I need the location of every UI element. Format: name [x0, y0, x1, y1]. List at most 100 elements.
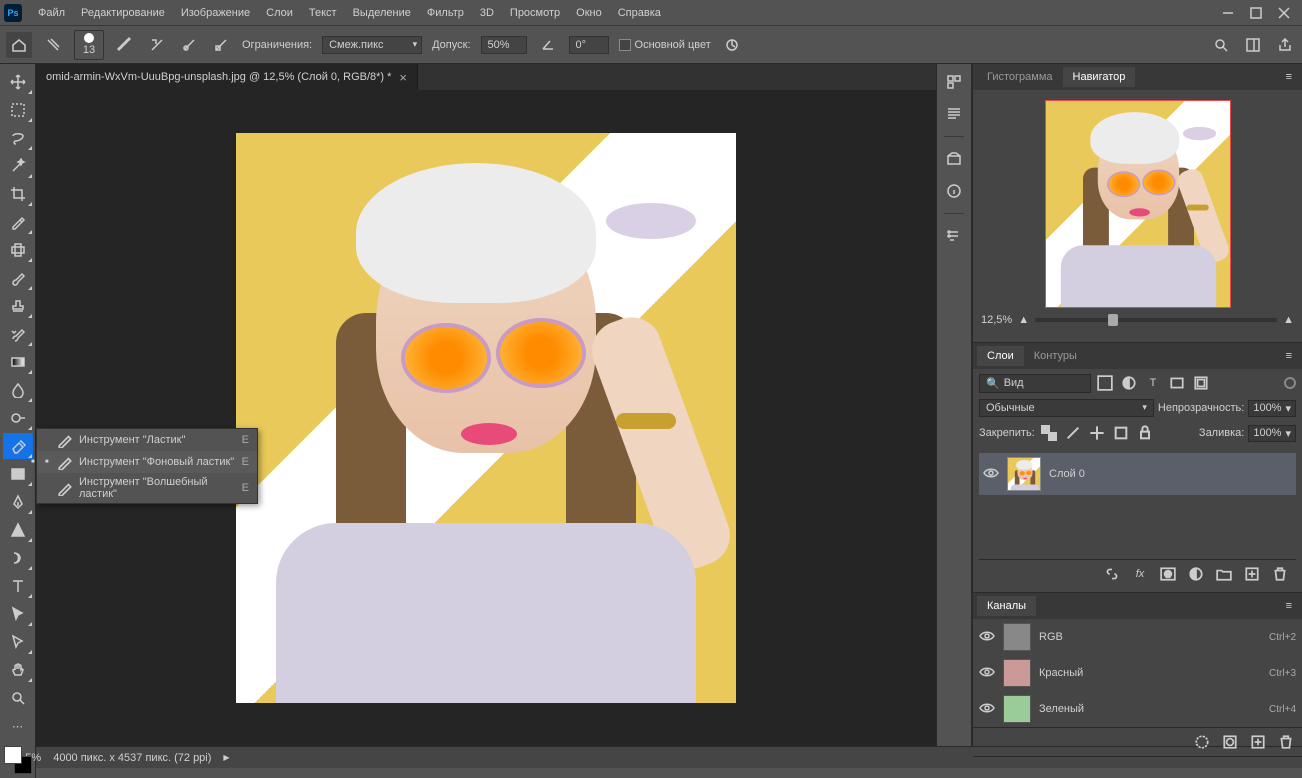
path-select-tool[interactable] [3, 601, 33, 627]
direct-select-tool[interactable] [3, 629, 33, 655]
tool-preset[interactable] [42, 34, 64, 56]
layer-row[interactable]: Слой 0 [979, 453, 1296, 495]
maximize-button[interactable] [1242, 3, 1270, 23]
limits-select[interactable]: Смеж.пикс [322, 36, 422, 54]
marquee-tool[interactable] [3, 97, 33, 123]
zoom-out-icon[interactable]: ▲ [1018, 314, 1029, 326]
tolerance-input[interactable]: 50% [481, 36, 527, 54]
delete-icon[interactable] [1270, 564, 1290, 584]
lasso-tool[interactable] [3, 125, 33, 151]
dodge-tool[interactable] [3, 405, 33, 431]
brush-settings-icon[interactable] [114, 34, 136, 56]
lock-transparency-icon[interactable] [1039, 423, 1059, 443]
gradient-tool[interactable] [3, 349, 33, 375]
menu-Текст[interactable]: Текст [301, 3, 345, 23]
new-layer-icon[interactable] [1242, 564, 1262, 584]
blur-tool[interactable] [3, 377, 33, 403]
channel-row[interactable]: КрасныйCtrl+3 [973, 655, 1302, 691]
tab-navigator[interactable]: Навигатор [1063, 67, 1136, 87]
brush-preview[interactable]: 13 [74, 30, 104, 60]
lock-position-icon[interactable] [1087, 423, 1107, 443]
triangle-tool[interactable] [3, 517, 33, 543]
navigator-menu-icon[interactable]: ≡ [1280, 71, 1298, 83]
eyedropper-tool[interactable] [3, 209, 33, 235]
layer-thumb[interactable] [1007, 457, 1041, 491]
eraser-tool[interactable] [3, 433, 33, 459]
angle-icon[interactable] [537, 34, 559, 56]
angle-input[interactable]: 0° [569, 36, 609, 54]
group-icon[interactable] [1214, 564, 1234, 584]
channel-row[interactable]: ЗеленыйCtrl+4 [973, 691, 1302, 727]
menu-Редактирование[interactable]: Редактирование [73, 3, 173, 23]
dock-adjustments-icon[interactable] [940, 145, 968, 173]
channels-menu-icon[interactable]: ≡ [1280, 600, 1298, 612]
opacity-input[interactable]: 100%▾ [1248, 400, 1296, 417]
flyout-item[interactable]: Инструмент "Ластик"E [37, 429, 257, 451]
rectangle-tool[interactable] [3, 461, 33, 487]
channel-to-selection-icon[interactable] [1192, 732, 1212, 752]
tab-layers[interactable]: Слои [977, 346, 1024, 366]
filter-shape-icon[interactable] [1167, 373, 1187, 393]
menu-Справка[interactable]: Справка [610, 3, 669, 23]
hand-tool[interactable] [3, 657, 33, 683]
visibility-icon[interactable] [979, 700, 995, 719]
blend-mode-select[interactable]: Обычные [979, 399, 1154, 417]
layers-menu-icon[interactable]: ≡ [1280, 350, 1298, 362]
menu-Выделение[interactable]: Выделение [345, 3, 419, 23]
mask-icon[interactable] [1158, 564, 1178, 584]
flyout-item[interactable]: ■Инструмент "Фоновый ластик"E [37, 451, 257, 473]
menu-Просмотр[interactable]: Просмотр [502, 3, 568, 23]
close-tab-icon[interactable]: × [399, 70, 407, 85]
visibility-icon[interactable] [983, 465, 999, 484]
close-button[interactable] [1270, 3, 1298, 23]
pen-tool[interactable] [3, 489, 33, 515]
zoom-tool[interactable] [3, 685, 33, 711]
healing-tool[interactable] [3, 237, 33, 263]
tab-paths[interactable]: Контуры [1024, 346, 1087, 366]
tab-channels[interactable]: Каналы [977, 596, 1036, 616]
document-tab[interactable]: omid-armin-WxVm-UuuBpg-unsplash.jpg @ 12… [36, 64, 418, 90]
lock-all-icon[interactable] [1135, 423, 1155, 443]
pressure-icon[interactable] [721, 34, 743, 56]
channel-row[interactable]: RGBCtrl+2 [973, 619, 1302, 655]
sample-mode-2[interactable] [178, 34, 200, 56]
selection-to-channel-icon[interactable] [1220, 732, 1240, 752]
menu-Слои[interactable]: Слои [258, 3, 301, 23]
history-brush-tool[interactable] [3, 321, 33, 347]
sample-mode-3[interactable] [210, 34, 232, 56]
link-layers-icon[interactable] [1102, 564, 1122, 584]
fx-icon[interactable]: fx [1130, 564, 1150, 584]
filter-smart-icon[interactable] [1191, 373, 1211, 393]
canvas-viewport[interactable] [36, 90, 936, 746]
dock-color-icon[interactable] [940, 68, 968, 96]
lock-artboard-icon[interactable] [1111, 423, 1131, 443]
color-swatches[interactable] [4, 746, 32, 774]
menu-Фильтр[interactable]: Фильтр [419, 3, 472, 23]
custom-shape-tool[interactable] [3, 545, 33, 571]
edit-toolbar[interactable]: ⋯ [3, 713, 33, 739]
menu-Файл[interactable]: Файл [30, 3, 73, 23]
dock-info-icon[interactable] [940, 177, 968, 205]
crop-tool[interactable] [3, 181, 33, 207]
dock-properties-icon[interactable] [940, 222, 968, 250]
navigator-thumb[interactable] [1045, 100, 1231, 308]
stamp-tool[interactable] [3, 293, 33, 319]
tab-histogram[interactable]: Гистограмма [977, 67, 1063, 87]
adjustment-icon[interactable] [1186, 564, 1206, 584]
brush-tool[interactable] [3, 265, 33, 291]
filter-type-icon[interactable]: T [1143, 373, 1163, 393]
workspace-icon[interactable] [1242, 34, 1264, 56]
flyout-item[interactable]: Инструмент "Волшебный ластик"E [37, 473, 257, 503]
wand-tool[interactable] [3, 153, 33, 179]
menu-Окно[interactable]: Окно [568, 3, 610, 23]
move-tool[interactable] [3, 69, 33, 95]
type-tool[interactable] [3, 573, 33, 599]
menu-Изображение[interactable]: Изображение [173, 3, 258, 23]
filter-toggle[interactable] [1284, 377, 1296, 389]
menu-3D[interactable]: 3D [472, 3, 502, 23]
layer-filter-kind[interactable]: 🔍Вид [979, 374, 1091, 393]
layer-name[interactable]: Слой 0 [1049, 468, 1085, 480]
visibility-icon[interactable] [979, 628, 995, 647]
dock-swatches-icon[interactable] [940, 100, 968, 128]
visibility-icon[interactable] [979, 664, 995, 683]
